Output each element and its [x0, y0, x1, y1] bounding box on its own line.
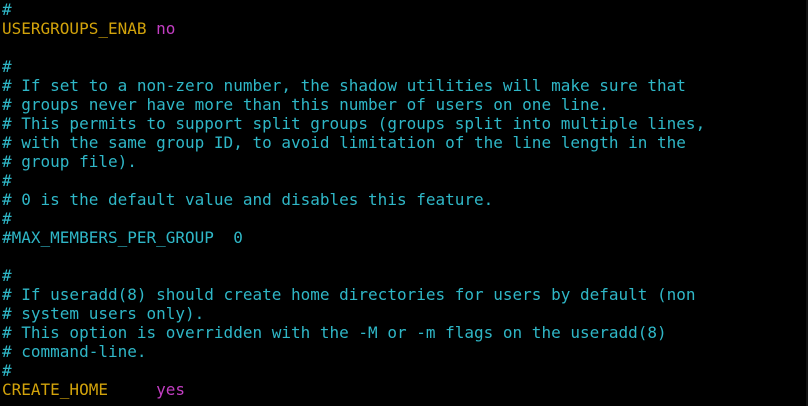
comment-line: # with the same group ID, to avoid limit… [2, 133, 686, 152]
comment-line: # [2, 209, 12, 228]
terminal-editor[interactable]: # USERGROUPS_ENAB no # # If set to a non-ze… [0, 0, 808, 406]
setting-separator [147, 19, 157, 38]
setting-key: USERGROUPS_ENAB [2, 19, 147, 38]
comment-line: # group file). [2, 152, 137, 171]
comment-line: # This permits to support split groups (… [2, 114, 706, 133]
comment-line: # [2, 57, 12, 76]
setting-separator [108, 380, 156, 399]
setting-key: CREATE_HOME [2, 380, 108, 399]
comment-line: # [2, 171, 12, 190]
comment-line: # groups never have more than this numbe… [2, 95, 609, 114]
config-setting-line: CREATE_HOME yes [2, 380, 185, 399]
comment-line: # system users only). [2, 304, 205, 323]
setting-value: yes [156, 380, 186, 399]
comment-line: # If useradd(8) should create home direc… [2, 285, 696, 304]
comment-line: #MAX_MEMBERS_PER_GROUP 0 [2, 228, 243, 247]
setting-value: no [156, 19, 176, 38]
comment-line: # [2, 0, 12, 19]
comment-line: # This option is overridden with the -M … [2, 323, 667, 342]
comment-line: # [2, 361, 12, 380]
comment-line: # 0 is the default value and disables th… [2, 190, 494, 209]
comment-line: # If set to a non-zero number, the shado… [2, 76, 686, 95]
comment-line: # command-line. [2, 342, 147, 361]
config-setting-line: USERGROUPS_ENAB no [2, 19, 175, 38]
comment-line: # [2, 266, 12, 285]
